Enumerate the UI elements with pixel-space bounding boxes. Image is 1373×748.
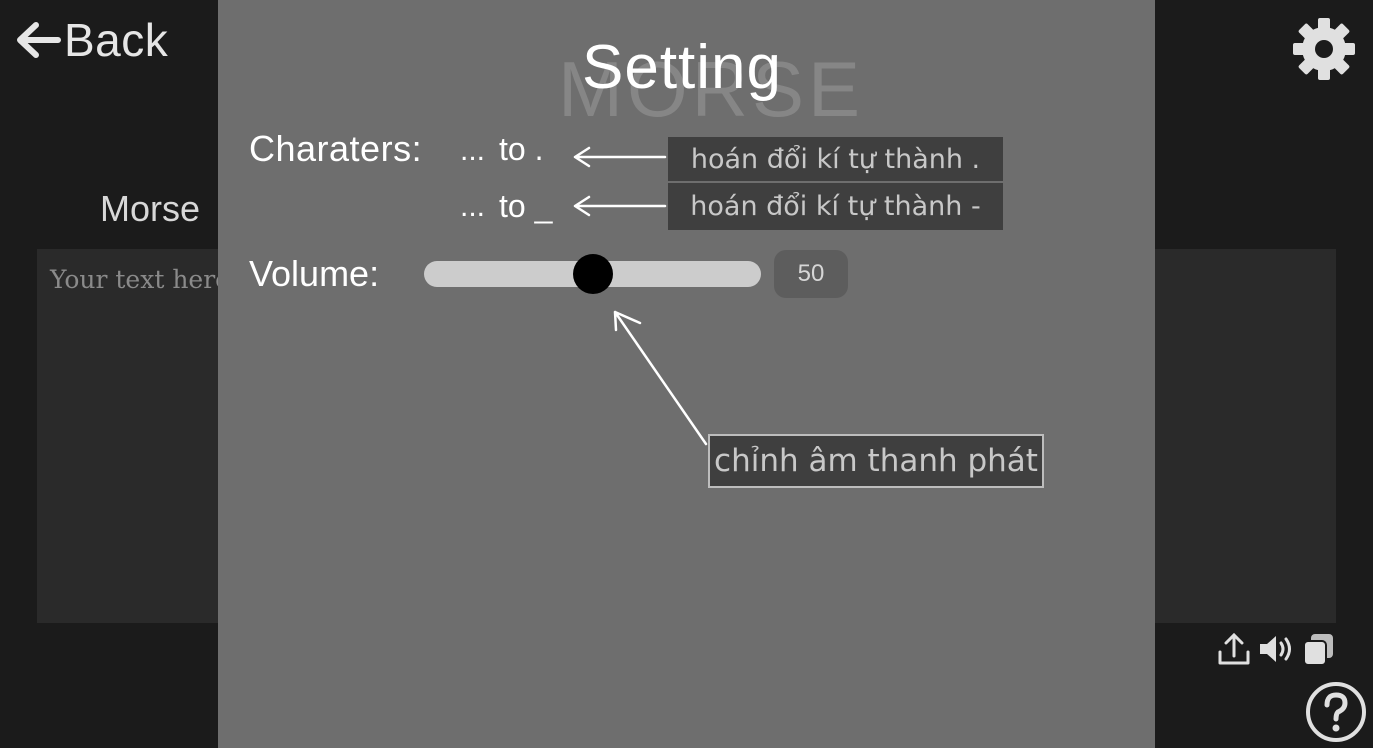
morse-label: Morse [100, 188, 201, 229]
characters-label: Charaters: [249, 128, 423, 169]
back-button[interactable]: Back [12, 14, 168, 66]
copy-icon [1303, 634, 1333, 666]
settings-title: Setting [582, 33, 783, 102]
back-label: Back [64, 14, 169, 66]
volume-value: 50 [774, 250, 848, 298]
dot-source-field[interactable]: ... [460, 134, 485, 168]
upload-button[interactable] [1215, 630, 1253, 668]
bottom-toolbar [1215, 630, 1337, 668]
settings-panel: MORSE Setting Charaters: ... to . ... to… [218, 0, 1155, 748]
dot-note: hoán đổi kí tự thành . [668, 137, 1003, 181]
dash-note: hoán đổi kí tự thành - [668, 183, 1003, 230]
dot-target-label: to . [499, 131, 544, 167]
volume-note: chỉnh âm thanh phát [708, 434, 1044, 488]
back-arrow-icon [17, 22, 61, 58]
volume-label: Volume: [249, 253, 380, 294]
volume-slider[interactable] [424, 254, 761, 294]
gear-icon[interactable] [1291, 16, 1357, 82]
upload-icon [1218, 632, 1250, 665]
dash-target-label: to _ [499, 188, 553, 224]
dash-source-field[interactable]: ... [460, 190, 485, 224]
help-icon[interactable] [1305, 681, 1367, 743]
speaker-icon [1260, 636, 1291, 662]
sound-button[interactable] [1257, 630, 1295, 668]
volume-slider-thumb[interactable] [572, 254, 613, 294]
copy-button[interactable] [1299, 630, 1337, 668]
